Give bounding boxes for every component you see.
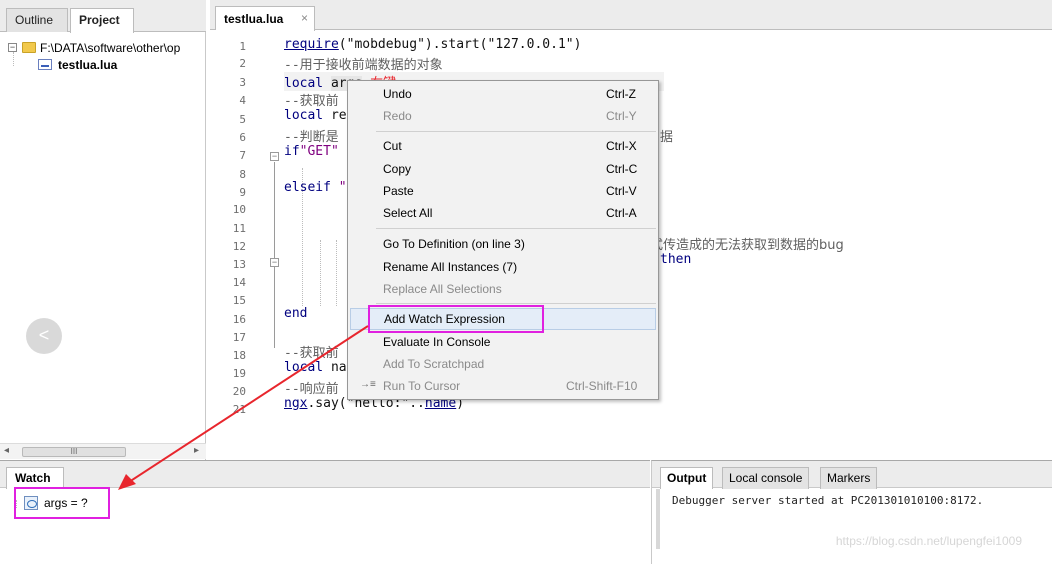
annotation-arrow [118,325,369,490]
